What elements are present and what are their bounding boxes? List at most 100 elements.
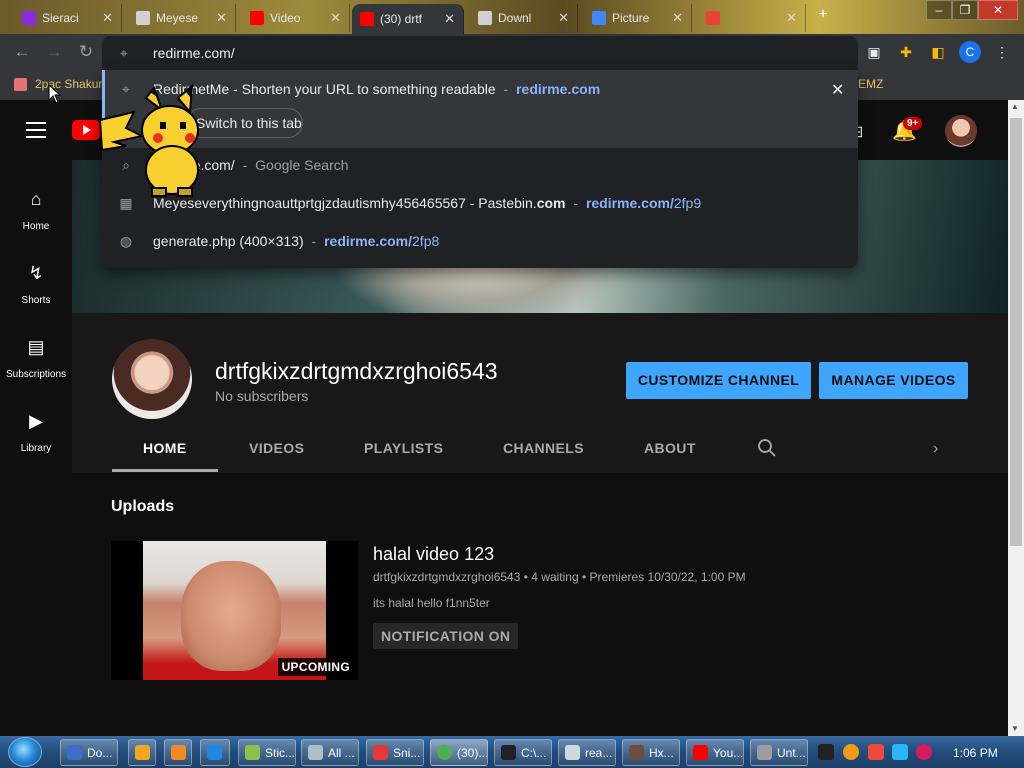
sidebar-item-label: Subscriptions xyxy=(5,369,67,380)
address-bar[interactable]: ⌖ redirme.com/ xyxy=(102,36,858,70)
suggestion-title-row[interactable]: RedirmetMe - Shorten your URL to somethi… xyxy=(153,81,600,97)
tray-pen-icon[interactable] xyxy=(818,744,834,760)
profile-avatar[interactable]: C xyxy=(959,41,981,63)
browser-menu-icon[interactable]: ⋮ xyxy=(993,43,1011,61)
customize-channel-button[interactable]: CUSTOMIZE CHANNEL xyxy=(626,362,811,399)
tab-channels[interactable]: CHANNELS xyxy=(503,440,584,456)
taskbar-item[interactable]: Do... xyxy=(60,739,118,766)
browser-tab[interactable]: Video ✕ xyxy=(242,4,350,32)
suggestion-hint: Google Search xyxy=(255,157,349,173)
home-icon: ⌂ xyxy=(30,189,42,209)
video-title[interactable]: halal video 123 xyxy=(373,544,494,565)
app-icon xyxy=(308,745,323,760)
thumbnail-face xyxy=(181,561,281,671)
tab-favicon-icon xyxy=(478,11,492,25)
chrome-icon xyxy=(437,745,452,760)
close-suggestion-icon[interactable]: ✕ xyxy=(831,80,844,100)
sidebar-item-shorts[interactable]: ↯ Shorts xyxy=(0,244,72,314)
account-avatar[interactable] xyxy=(945,115,977,147)
tray-display-icon[interactable] xyxy=(892,744,908,760)
pikachu-sticker[interactable] xyxy=(96,84,212,200)
tab-home[interactable]: HOME xyxy=(143,440,187,456)
tab-close-icon[interactable]: ✕ xyxy=(102,10,113,26)
back-icon[interactable]: ← xyxy=(12,42,32,62)
tab-close-icon[interactable]: ✕ xyxy=(216,10,227,26)
section-title[interactable]: Uploads xyxy=(111,498,174,516)
manage-videos-button[interactable]: MANAGE VIDEOS xyxy=(819,362,968,399)
taskbar-item[interactable]: Unt... xyxy=(750,739,808,766)
upcoming-badge: UPCOMING xyxy=(277,658,354,676)
tray-search-icon[interactable] xyxy=(843,744,859,760)
taskbar-item-active[interactable]: (30)... xyxy=(430,739,488,766)
taskbar-item[interactable] xyxy=(200,739,230,766)
suggestion-domain: redirme.com/ xyxy=(585,195,674,211)
suggestion-domain: redirme.com xyxy=(516,81,601,97)
channel-avatar[interactable] xyxy=(112,339,192,419)
mouse-cursor-icon xyxy=(48,84,62,104)
tab-close-icon[interactable]: ✕ xyxy=(786,10,797,26)
start-button[interactable] xyxy=(8,737,42,767)
media-player-icon xyxy=(135,745,150,760)
scroll-down-icon[interactable]: ▼ xyxy=(1011,724,1019,733)
paint-icon xyxy=(757,745,772,760)
redirect-favicon-icon: ⌖ xyxy=(120,45,128,61)
new-tab-button[interactable]: + xyxy=(812,6,834,26)
suggestion-text: generate.php (400×313) xyxy=(153,233,304,249)
taskbar-item[interactable] xyxy=(164,739,192,766)
browser-tab[interactable]: Sieraci ✕ xyxy=(14,4,122,32)
scroll-up-icon[interactable]: ▲ xyxy=(1011,102,1019,111)
sidebar-item-home[interactable]: ⌂ Home xyxy=(0,170,72,240)
suggestion-separator: - xyxy=(242,157,248,173)
notification-count-badge: 9+ xyxy=(903,117,923,130)
taskbar-item[interactable]: Stic... xyxy=(238,739,296,766)
bookmark-item[interactable]: EMZ xyxy=(858,77,883,91)
tab-close-icon[interactable]: ✕ xyxy=(330,10,341,26)
browser-tab[interactable]: ✕ xyxy=(698,4,806,32)
tab-playlists[interactable]: PLAYLISTS xyxy=(364,440,443,456)
video-thumbnail[interactable]: UPCOMING xyxy=(111,541,358,680)
taskbar-item[interactable]: All ... xyxy=(301,739,359,766)
extensions-icon[interactable]: ✚ xyxy=(897,43,915,61)
maximize-button[interactable]: ❐ xyxy=(952,0,978,20)
taskbar-item[interactable] xyxy=(128,739,156,766)
close-window-button[interactable]: ✕ xyxy=(978,0,1018,20)
system-clock[interactable]: 1:06 PM xyxy=(953,746,998,760)
taskbar-item[interactable]: Hx... xyxy=(622,739,680,766)
notification-on-button[interactable]: NOTIFICATION ON xyxy=(373,623,519,649)
sidebar-item-subscriptions[interactable]: ▤ Subscriptions xyxy=(0,318,72,388)
hamburger-menu-icon[interactable] xyxy=(26,122,46,138)
reload-icon[interactable]: ↻ xyxy=(76,42,96,62)
suggestion-row[interactable]: generate.php (400×313) - redirme.com/2fp… xyxy=(153,233,439,249)
minimize-button[interactable]: – xyxy=(926,0,952,20)
browser-tab-active[interactable]: (30) drtf ✕ xyxy=(352,4,464,34)
address-input[interactable]: redirme.com/ xyxy=(153,45,235,61)
taskbar-item[interactable]: C:\... xyxy=(494,739,552,766)
browser-tab[interactable]: Meyese ✕ xyxy=(128,4,236,32)
forward-icon[interactable]: → xyxy=(44,42,64,62)
tray-volume-icon[interactable] xyxy=(916,744,932,760)
tab-close-icon[interactable]: ✕ xyxy=(444,11,455,27)
tab-about[interactable]: ABOUT xyxy=(644,440,696,456)
suggestion-text-bold: com xyxy=(536,195,566,211)
tab-videos[interactable]: VIDEOS xyxy=(249,440,304,456)
scrollbar-thumb[interactable] xyxy=(1010,118,1022,546)
taskbar-item[interactable]: rea... xyxy=(558,739,616,766)
browser-tab[interactable]: Picture ✕ xyxy=(584,4,692,32)
sticky-notes-icon xyxy=(245,745,260,760)
chevron-right-icon[interactable]: › xyxy=(933,440,938,458)
tab-title: Sieraci xyxy=(42,11,79,25)
tab-close-icon[interactable]: ✕ xyxy=(558,10,569,26)
suggestion-row[interactable]: Meyeseverythingnoauttprtgjzdautismhy4564… xyxy=(153,195,701,211)
tab-title: Meyese xyxy=(156,11,199,25)
taskbar-item[interactable]: You... xyxy=(686,739,744,766)
bookmark-label: 2pac Shakur xyxy=(35,77,103,91)
taskbar-item[interactable]: Sni... xyxy=(366,739,424,766)
sidebar-item-library[interactable]: ▶ Library xyxy=(0,392,72,462)
hex-editor-icon xyxy=(629,745,644,760)
side-panel-icon[interactable]: ◧ xyxy=(929,43,947,61)
screen-capture-icon[interactable]: ▣ xyxy=(865,43,883,61)
browser-tab[interactable]: Downl ✕ xyxy=(470,4,578,32)
tray-flag-icon[interactable] xyxy=(868,744,884,760)
tab-close-icon[interactable]: ✕ xyxy=(672,10,683,26)
channel-search-icon[interactable] xyxy=(757,438,777,458)
